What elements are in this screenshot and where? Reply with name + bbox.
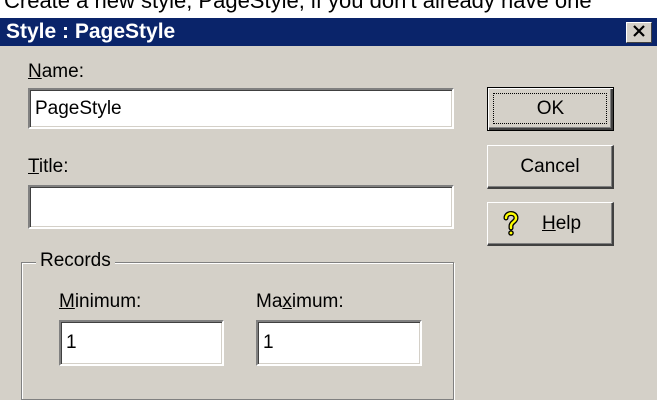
maximum-label: Maximum: (256, 291, 344, 312)
page-caption: Create a new style, PageStyle, if you do… (4, 0, 592, 13)
name-label: Name: (28, 61, 84, 82)
cancel-button[interactable]: Cancel (487, 145, 614, 189)
minimum-label: Minimum: (59, 291, 142, 312)
records-group-label: Records (36, 250, 115, 272)
cancel-button-label: Cancel (520, 155, 580, 177)
page-caption-strip: Create a new style, PageStyle, if you do… (0, 0, 657, 18)
help-button[interactable]: Help (487, 202, 614, 246)
close-button[interactable] (626, 22, 652, 43)
dialog-titlebar[interactable]: Style : PageStyle (0, 18, 657, 46)
maximum-input[interactable] (256, 320, 422, 366)
ok-button-label: OK (536, 98, 565, 119)
question-mark-icon (502, 210, 520, 242)
title-input[interactable] (28, 185, 454, 229)
style-dialog: Style : PageStyle Name: Title: Records M… (0, 18, 657, 400)
close-icon (632, 24, 646, 42)
ok-button[interactable]: OK (487, 87, 614, 131)
title-label: Title: (28, 156, 69, 177)
help-button-label: Help (542, 213, 582, 234)
minimum-input[interactable] (59, 320, 224, 366)
dialog-title: Style : PageStyle (6, 20, 176, 43)
name-input[interactable] (28, 88, 454, 129)
